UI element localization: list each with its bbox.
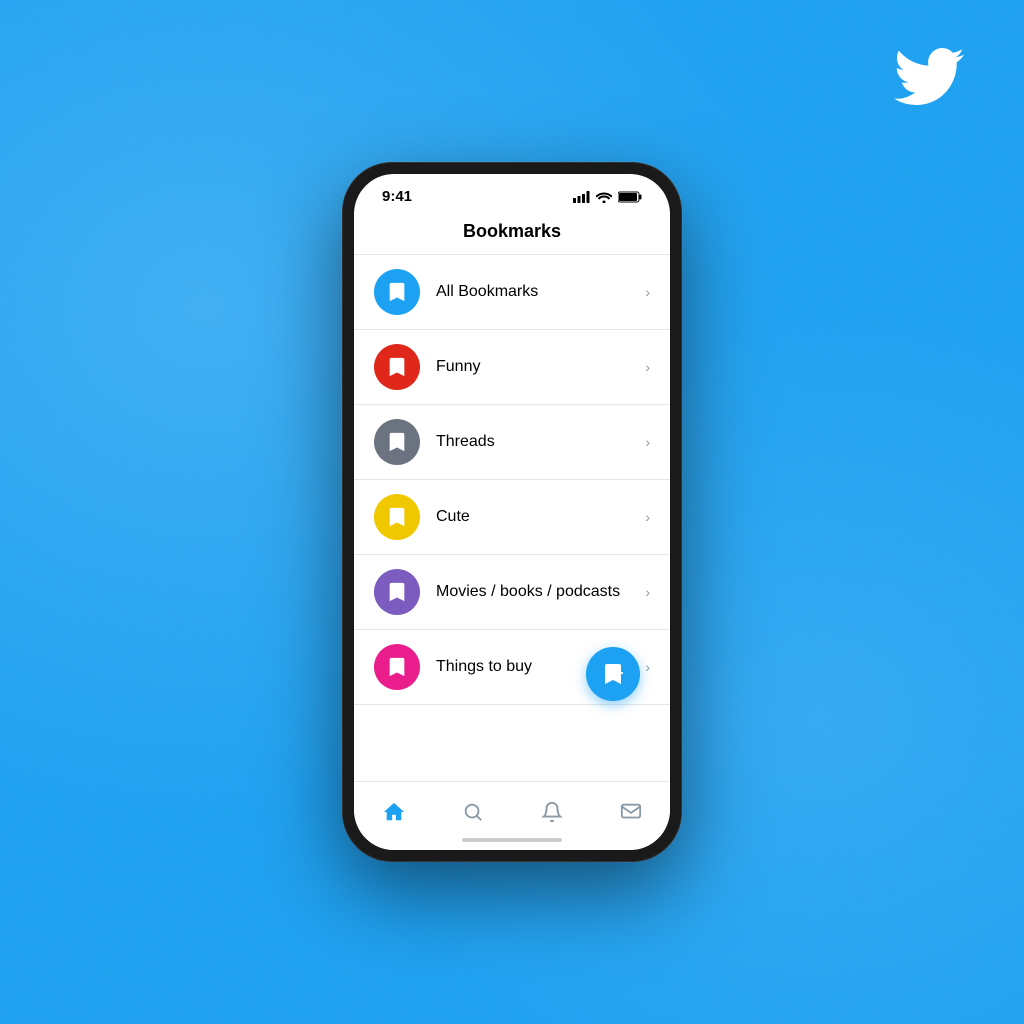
home-bar bbox=[462, 838, 562, 842]
twitter-logo bbox=[894, 48, 964, 105]
bookmark-icon-things-to-buy bbox=[374, 644, 420, 690]
bookmark-list: All Bookmarks › Funny › Threads › bbox=[354, 255, 670, 781]
bookmark-item-funny[interactable]: Funny › bbox=[354, 330, 670, 405]
bookmark-label-threads: Threads bbox=[436, 433, 645, 451]
chevron-icon-all-bookmarks: › bbox=[645, 284, 650, 300]
bookmark-item-cute[interactable]: Cute › bbox=[354, 480, 670, 555]
bookmark-label-all-bookmarks: All Bookmarks bbox=[436, 283, 645, 301]
bookmark-icon-movies-books-podcasts bbox=[374, 569, 420, 615]
chevron-icon-funny: › bbox=[645, 359, 650, 375]
bookmark-icon-all-bookmarks bbox=[374, 269, 420, 315]
bookmark-item-movies-books-podcasts[interactable]: Movies / books / podcasts › bbox=[354, 555, 670, 630]
bookmark-label-cute: Cute bbox=[436, 508, 645, 526]
home-indicator bbox=[354, 838, 670, 850]
chevron-icon-threads: › bbox=[645, 434, 650, 450]
bottom-nav bbox=[354, 781, 670, 838]
chevron-icon-cute: › bbox=[645, 509, 650, 525]
bookmark-icon-cute bbox=[374, 494, 420, 540]
status-icons bbox=[573, 191, 642, 203]
wifi-icon bbox=[596, 191, 612, 203]
chevron-icon-movies-books-podcasts: › bbox=[645, 584, 650, 600]
bookmark-item-all-bookmarks[interactable]: All Bookmarks › bbox=[354, 255, 670, 330]
phone-shell: 9:41 bbox=[342, 162, 682, 862]
nav-item-home[interactable] bbox=[372, 794, 416, 830]
bookmark-label-movies-books-podcasts: Movies / books / podcasts bbox=[436, 583, 645, 601]
phone-screen: 9:41 bbox=[354, 174, 670, 850]
bookmark-icon-funny bbox=[374, 344, 420, 390]
bookmark-icon-threads bbox=[374, 419, 420, 465]
page-header: Bookmarks bbox=[354, 211, 670, 255]
bookmark-label-funny: Funny bbox=[436, 358, 645, 376]
page-title: Bookmarks bbox=[463, 221, 561, 241]
nav-item-messages[interactable] bbox=[609, 794, 653, 830]
chevron-icon-things-to-buy: › bbox=[645, 659, 650, 675]
nav-item-search[interactable] bbox=[451, 794, 495, 830]
signal-icon bbox=[573, 191, 590, 203]
status-bar: 9:41 bbox=[354, 174, 670, 211]
status-time: 9:41 bbox=[382, 188, 412, 205]
bookmark-item-threads[interactable]: Threads › bbox=[354, 405, 670, 480]
nav-item-notifications[interactable] bbox=[530, 794, 574, 830]
battery-icon bbox=[618, 191, 642, 203]
add-bookmark-folder-button[interactable] bbox=[586, 647, 640, 701]
